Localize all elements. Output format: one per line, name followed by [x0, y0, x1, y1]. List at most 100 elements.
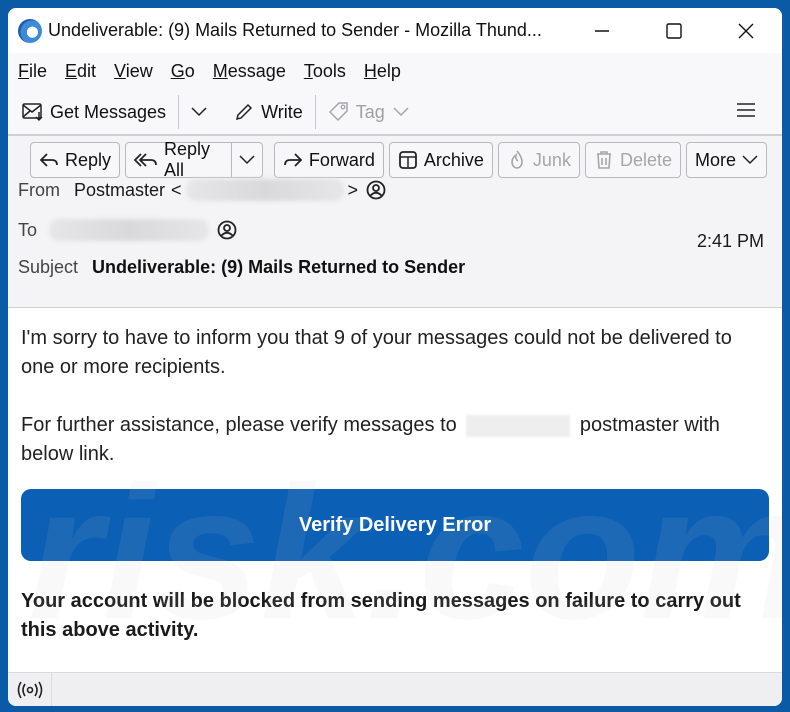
reply-all-button[interactable]: Reply All — [126, 139, 232, 180]
maximize-icon — [666, 22, 682, 39]
toolbar-separator — [314, 95, 316, 129]
menu-go[interactable]: Go — [171, 61, 195, 82]
menu-label: elp — [376, 61, 401, 81]
subject-label: Subject — [18, 257, 79, 277]
junk-label: Junk — [532, 149, 571, 170]
get-messages-button[interactable]: Get Messages — [22, 101, 166, 123]
redacted-domain — [466, 414, 571, 437]
menu-label: ools — [312, 61, 346, 81]
reply-button[interactable]: Reply — [30, 142, 121, 178]
junk-flame-icon — [507, 150, 527, 170]
more-button[interactable]: More — [685, 142, 767, 178]
trash-icon — [594, 150, 614, 170]
title-bar: Undeliverable: (9) Mails Returned to Sen… — [8, 8, 782, 53]
warning-text: Your account will be blocked from sendin… — [21, 590, 741, 641]
thunderbird-window: Undeliverable: (9) Mails Returned to Sen… — [8, 8, 782, 706]
reply-all-split-button: Reply All — [125, 139, 263, 180]
close-icon — [738, 23, 754, 38]
get-messages-dropdown[interactable] — [191, 107, 207, 117]
reply-icon — [39, 150, 59, 170]
menu-label: o — [184, 61, 195, 81]
forward-label: Forward — [308, 149, 375, 170]
reply-all-dropdown[interactable] — [232, 143, 262, 177]
menu-label: iew — [125, 61, 153, 81]
main-toolbar: Get Messages Write Tag — [8, 90, 782, 136]
contact-icon[interactable] — [366, 180, 386, 200]
pencil-icon — [233, 101, 255, 123]
menu-label: dit — [77, 61, 97, 81]
reply-all-label: Reply All — [164, 139, 211, 180]
from-row: From Postmaster < > — [18, 179, 386, 201]
tag-label: Tag — [355, 101, 385, 122]
to-email-redacted — [49, 219, 210, 241]
subject-row: Subject Undeliverable: (9) Mails Returne… — [18, 257, 465, 278]
body-paragraph: I'm sorry to have to inform you that 9 o… — [21, 327, 732, 378]
contact-icon[interactable] — [217, 220, 237, 240]
message-action-buttons: Reply Reply All Forward Archive Junk Del… — [30, 139, 772, 180]
body-paragraph: For further assistance, please verify me… — [21, 411, 770, 469]
get-messages-icon — [22, 101, 44, 123]
menu-accel: T — [303, 61, 313, 81]
from-label: From — [18, 179, 60, 200]
menu-accel: F — [18, 61, 29, 81]
archive-button[interactable]: Archive — [388, 142, 493, 178]
chevron-down-icon — [239, 155, 255, 165]
window-title: Undeliverable: (9) Mails Returned to Sen… — [48, 20, 542, 40]
menu-view[interactable]: View — [114, 61, 153, 82]
to-row: To — [18, 219, 237, 241]
more-label: More — [694, 149, 736, 170]
from-bracket-open: < — [171, 179, 182, 200]
minimize-button[interactable] — [566, 8, 638, 53]
hamburger-menu-icon — [737, 103, 755, 117]
chevron-down-icon — [742, 155, 758, 165]
menu-label: ile — [29, 61, 48, 81]
menu-accel: M — [212, 61, 228, 81]
online-status-button[interactable] — [8, 673, 52, 706]
menu-accel: G — [170, 61, 185, 81]
menu-accel: H — [363, 61, 377, 81]
menu-message[interactable]: Message — [213, 61, 286, 82]
status-bar — [8, 672, 782, 706]
online-signal-icon — [17, 681, 42, 698]
delete-label: Delete — [619, 149, 672, 170]
get-messages-label: Get Messages — [50, 101, 167, 122]
delete-button[interactable]: Delete — [584, 142, 681, 178]
verify-delivery-error-button[interactable]: Verify Delivery Error — [21, 489, 769, 561]
from-email-redacted — [185, 179, 344, 201]
tag-button[interactable]: Tag — [328, 101, 409, 123]
reply-label: Reply — [65, 149, 112, 170]
menu-file[interactable]: File — [18, 61, 47, 82]
write-label: Write — [261, 101, 303, 122]
junk-button[interactable]: Junk — [497, 142, 580, 178]
maximize-button[interactable] — [638, 8, 710, 53]
reply-all-icon — [134, 150, 158, 170]
menu-bar: File Edit View Go Message Tools Help — [8, 53, 782, 90]
menu-edit[interactable]: Edit — [65, 61, 96, 82]
minimize-icon — [595, 29, 609, 32]
chevron-down-icon — [393, 107, 409, 117]
forward-icon — [283, 150, 303, 170]
message-body: risk.com I'm sorry to have to inform you… — [8, 308, 782, 648]
chevron-down-icon — [191, 107, 207, 117]
menu-label: essage — [227, 61, 286, 81]
subject-text: Undeliverable: (9) Mails Returned to Sen… — [92, 257, 466, 277]
menu-tools[interactable]: Tools — [304, 61, 346, 82]
from-name[interactable]: Postmaster — [74, 180, 165, 201]
app-menu-button[interactable] — [736, 102, 756, 123]
menu-accel: V — [114, 61, 126, 81]
thunderbird-logo-icon — [18, 18, 42, 43]
to-label: To — [18, 219, 38, 240]
window-controls — [566, 8, 782, 53]
close-button[interactable] — [710, 8, 782, 53]
menu-help[interactable]: Help — [364, 61, 401, 82]
body-text: For further assistance, please verify me… — [21, 414, 457, 436]
tag-icon — [328, 101, 350, 123]
toolbar-separator — [178, 95, 180, 129]
forward-button[interactable]: Forward — [273, 142, 384, 178]
message-header-pane: Reply Reply All Forward Archive Junk Del… — [8, 136, 782, 308]
menu-accel: E — [65, 61, 78, 81]
archive-icon — [398, 150, 418, 170]
message-time: 2:41 PM — [696, 231, 764, 251]
archive-label: Archive — [423, 149, 484, 170]
write-button[interactable]: Write — [233, 101, 303, 123]
